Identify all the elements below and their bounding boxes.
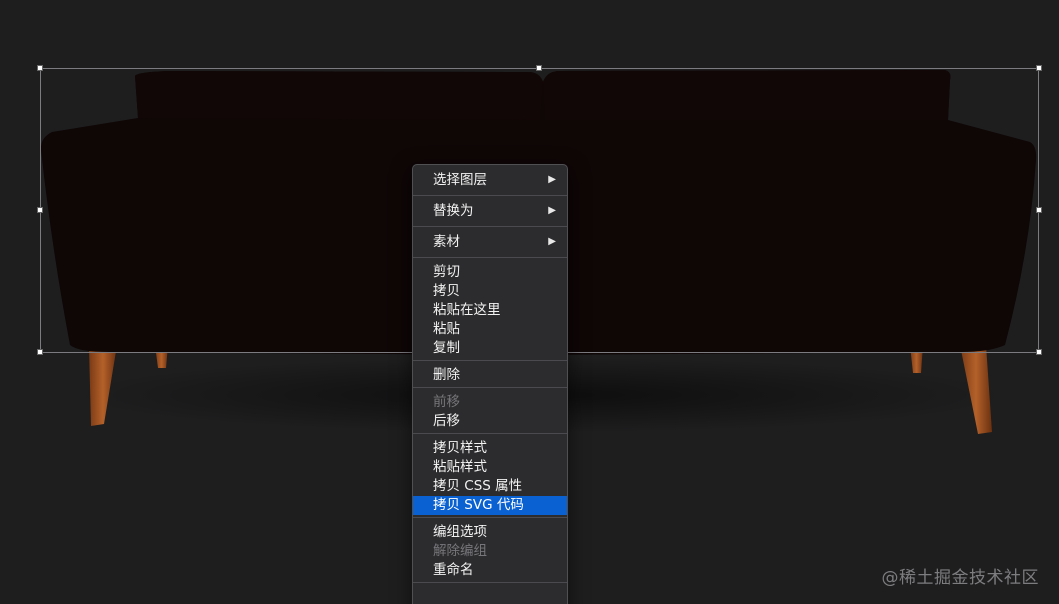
menu-item-duplicate[interactable]: 复制	[413, 339, 567, 358]
menu-item-assets[interactable]: 素材 ▶	[413, 229, 567, 255]
context-menu: 选择图层 ▶ 替换为 ▶ 素材 ▶ 剪切 拷贝 粘贴在这里 粘贴 复制 删除 前…	[412, 164, 568, 604]
menu-separator	[413, 433, 567, 434]
resize-handle-bottom-right[interactable]	[1036, 349, 1042, 355]
menu-item-label: 素材	[433, 234, 460, 250]
menu-item-copy-style[interactable]: 拷贝样式	[413, 439, 567, 458]
menu-item-send-backward[interactable]: 后移	[413, 412, 567, 431]
menu-item-rename[interactable]: 重命名	[413, 561, 567, 580]
menu-separator	[413, 582, 567, 583]
resize-handle-middle-left[interactable]	[37, 207, 43, 213]
menu-item-copy-css[interactable]: 拷贝 CSS 属性	[413, 477, 567, 496]
menu-item-paste[interactable]: 粘贴	[413, 320, 567, 339]
design-canvas[interactable]: 选择图层 ▶ 替换为 ▶ 素材 ▶ 剪切 拷贝 粘贴在这里 粘贴 复制 删除 前…	[0, 0, 1059, 604]
menu-separator	[413, 517, 567, 518]
menu-item-label: 替换为	[433, 203, 474, 219]
menu-separator	[413, 257, 567, 258]
menu-item-delete[interactable]: 删除	[413, 366, 567, 385]
watermark: @稀土掘金技术社区	[881, 568, 1039, 588]
submenu-arrow-icon: ▶	[548, 205, 556, 216]
resize-handle-top-center[interactable]	[536, 65, 542, 71]
menu-separator	[413, 360, 567, 361]
menu-item-select-layer[interactable]: 选择图层 ▶	[413, 167, 567, 193]
menu-item-paste-style[interactable]: 粘贴样式	[413, 458, 567, 477]
resize-handle-middle-right[interactable]	[1036, 207, 1042, 213]
menu-item-replace-with[interactable]: 替换为 ▶	[413, 198, 567, 224]
menu-separator	[413, 387, 567, 388]
menu-item-label: 选择图层	[433, 172, 487, 188]
menu-item-ungroup: 解除编组	[433, 543, 487, 559]
menu-item-cut[interactable]: 剪切	[413, 263, 567, 282]
resize-handle-bottom-left[interactable]	[37, 349, 43, 355]
menu-item-copy[interactable]: 拷贝	[413, 282, 567, 301]
menu-item-group-options[interactable]: 编组选项	[413, 523, 567, 542]
menu-separator	[413, 226, 567, 227]
submenu-arrow-icon: ▶	[548, 236, 556, 247]
resize-handle-top-right[interactable]	[1036, 65, 1042, 71]
menu-separator	[413, 195, 567, 196]
sofa-back-cushion-right	[543, 70, 951, 120]
menu-item-bring-forward: 前移	[433, 394, 460, 410]
submenu-arrow-icon: ▶	[548, 174, 556, 185]
resize-handle-top-left[interactable]	[37, 65, 43, 71]
sofa-back-cushion-left	[135, 71, 543, 120]
menu-item-paste-here[interactable]: 粘贴在这里	[413, 301, 567, 320]
menu-item-copy-svg-code[interactable]: 拷贝 SVG 代码	[413, 496, 567, 515]
